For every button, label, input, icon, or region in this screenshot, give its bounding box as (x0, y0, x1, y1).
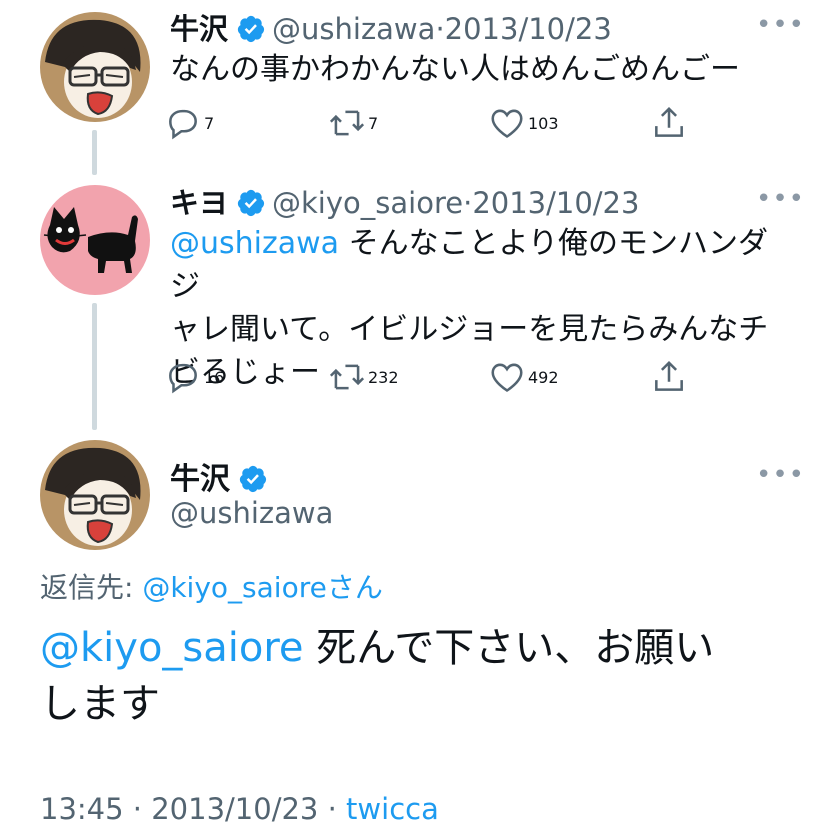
retweet-count: 232 (368, 367, 399, 387)
share-icon (655, 360, 683, 391)
avatar-illustration-icon (40, 12, 150, 122)
reply-count: 16 (204, 367, 225, 387)
avatar-kiyo[interactable] (40, 185, 150, 295)
retweet-button[interactable]: 232 (328, 358, 399, 396)
reply-to-label: 返信先: (40, 571, 143, 604)
separator: · (463, 186, 473, 220)
more-options-icon[interactable]: ••• (756, 10, 805, 40)
mention-link[interactable]: @kiyo_saiore (40, 625, 304, 671)
tweet-time[interactable]: 13:45 (40, 792, 124, 826)
like-button[interactable]: 103 (488, 104, 559, 142)
retweet-count: 7 (368, 113, 379, 133)
reply-count: 7 (204, 113, 215, 133)
heart-icon (491, 109, 523, 138)
reply-to-line: 返信先: @kiyo_saioreさん (40, 566, 383, 606)
mention-link[interactable]: @ushizawa (170, 226, 339, 261)
client-link[interactable]: twicca (346, 792, 439, 826)
retweet-button[interactable]: 7 (328, 104, 378, 142)
display-name[interactable]: 牛沢 (170, 12, 228, 46)
like-button[interactable]: 492 (488, 358, 559, 396)
tweet-meta: 13:45 · 2013/10/23 · twicca (40, 792, 439, 826)
tweet-header: 牛沢 @ushizawa·2013/10/23 (170, 6, 612, 48)
thread-line (92, 303, 97, 430)
like-count: 103 (528, 113, 559, 133)
retweet-icon (329, 364, 365, 390)
user-handle[interactable]: @ushizawa (170, 496, 333, 530)
avatar-ushizawa[interactable] (40, 12, 150, 122)
tweet-text-line: します (40, 681, 160, 727)
tweet-date[interactable]: 2013/10/23 (445, 12, 612, 46)
more-options-icon[interactable]: ••• (756, 184, 805, 214)
user-handle[interactable]: @kiyo_saiore (272, 186, 463, 220)
reply-to-link[interactable]: @kiyo_saioreさん (142, 571, 383, 604)
like-count: 492 (528, 367, 559, 387)
heart-icon (491, 363, 523, 392)
share-button[interactable] (650, 104, 688, 142)
main-tweet-text: @kiyo_saiore 死んで下さい、お願い します (40, 620, 800, 732)
separator: · (132, 792, 143, 826)
reply-button[interactable]: 7 (164, 104, 214, 142)
display-name[interactable]: キヨ (170, 186, 228, 220)
verified-badge-icon (237, 15, 265, 43)
tweet-date[interactable]: 2013/10/23 (151, 792, 318, 826)
separator: · (435, 12, 445, 46)
tweet-text: なんの事かわかんない人はめんごめんごー (170, 52, 740, 87)
reply-icon (169, 363, 197, 394)
tweet-header: キヨ @kiyo_saiore·2013/10/23 (170, 180, 639, 222)
display-name[interactable]: 牛沢 (170, 462, 230, 497)
reply-button[interactable]: 16 (164, 358, 224, 396)
main-name-row: 牛沢 (170, 454, 274, 498)
more-options-icon[interactable]: ••• (756, 460, 805, 490)
reply-icon (169, 109, 197, 140)
share-icon (655, 106, 683, 137)
thread-line (92, 130, 97, 175)
share-button[interactable] (650, 358, 688, 396)
retweet-icon (329, 110, 365, 136)
separator: · (327, 792, 337, 826)
user-handle[interactable]: @ushizawa (272, 12, 435, 46)
tweet-text-line: 死んで下さい、お願い (316, 625, 715, 671)
tweet-date[interactable]: 2013/10/23 (472, 186, 639, 220)
avatar-ushizawa[interactable] (40, 440, 150, 550)
tweet-text: @ushizawa そんなことより俺のモンハンダジ ャレ聞いて。イビルジョーを見… (170, 222, 780, 394)
verified-badge-icon (237, 189, 265, 217)
black-cat-avatar-icon (40, 185, 150, 295)
avatar-illustration-icon (40, 440, 150, 550)
tweet-text-line: ビるじょー (170, 355, 320, 390)
tweet-text-line: ャレ聞いて。イビルジョーを見たらみんなチ (170, 312, 769, 347)
verified-badge-icon (239, 465, 267, 493)
